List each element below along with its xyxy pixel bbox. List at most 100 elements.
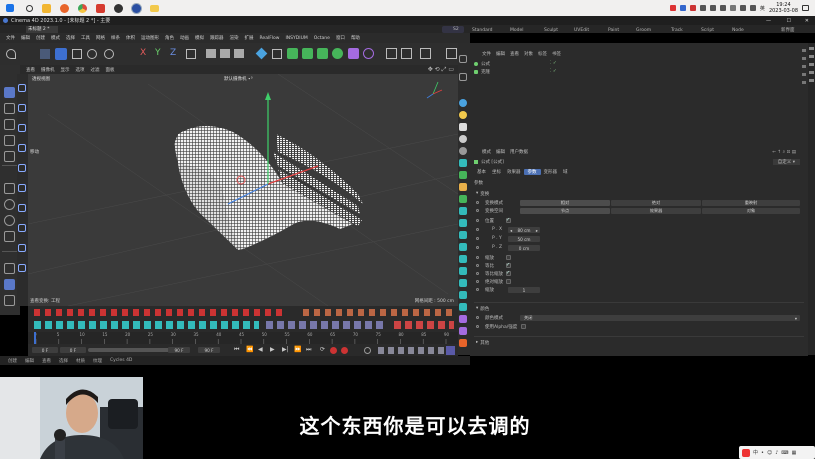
cube-icon[interactable] [255,47,268,60]
menu-edit[interactable]: 编辑 [21,35,30,41]
weld-icon[interactable] [18,224,26,232]
soft-selection-icon[interactable] [4,199,15,210]
om-menu-edit[interactable]: 编辑 [496,51,505,57]
absolute-scale-checkbox[interactable] [506,279,511,284]
tab-coord[interactable]: 坐标 [489,169,504,175]
menu-select[interactable]: 选择 [66,35,75,41]
motion-icons[interactable] [378,347,448,354]
scale-icon[interactable] [72,49,82,59]
om-menu-object[interactable]: 对象 [524,51,533,57]
camera-icon[interactable] [363,48,374,59]
bridge-icon[interactable] [18,184,26,192]
model-mode-icon[interactable] [4,87,15,98]
transform-space-node[interactable]: 节点 [520,208,610,214]
ime-indicator[interactable]: 英 [760,5,765,12]
strip-icon-11[interactable] [459,195,467,203]
layout-uvedit[interactable]: UVEdit [574,28,589,33]
pen-icon[interactable] [272,49,282,59]
am-custom-dropdown[interactable]: 自定义 ▾ [772,158,800,165]
clock[interactable]: 19:24 2023-03-08 [769,2,798,14]
ime-menu-icon[interactable]: ▦ [792,450,797,456]
tab-effectors[interactable]: 效果器 [504,169,524,175]
menu-tools[interactable]: 工具 [81,35,90,41]
minimize-button[interactable]: — [766,18,771,24]
maximize-button[interactable]: ☐ [787,18,791,24]
keyframe-selection-icon[interactable] [364,347,371,354]
tab-basic[interactable]: 基本 [474,169,489,175]
sculpt-icon[interactable] [4,215,15,226]
undo-icon[interactable] [6,49,16,59]
strip-icon-22[interactable] [459,327,467,335]
menu-volume[interactable]: 体积 [126,35,135,41]
am-menu-mode[interactable]: 模式 [482,149,491,155]
loop-icon[interactable]: ⟳ [320,346,325,353]
layout-new-interface[interactable]: 新界面 [781,27,795,33]
render-settings-icon[interactable] [234,49,244,58]
red-app-icon[interactable] [96,3,105,13]
coordinate-icon[interactable] [186,49,196,59]
am-menu-userdata[interactable]: 用户数据 [510,149,528,155]
end-frame-field[interactable]: 90 F [168,347,190,353]
equal-scale2-checkbox[interactable] [506,270,511,276]
obs-icon[interactable] [114,3,123,13]
strip-icon-3[interactable] [459,99,467,107]
px-input[interactable]: ◂ 80 cm ▸ [508,227,540,233]
search-icon[interactable] [26,4,33,12]
transform-icon[interactable] [104,49,114,59]
tab-deformer[interactable]: 变形器 [541,169,561,175]
strip-icon-20[interactable] [459,303,467,311]
viewport-menu-display[interactable]: 显示 [61,67,70,73]
strip-icon-16[interactable] [459,255,467,263]
transform-mode-relative[interactable]: 相对 [520,200,610,206]
ime-mic-icon[interactable]: ♪ [775,450,778,456]
transform-space-anim-dot[interactable] [476,209,479,212]
px-anim-dot[interactable] [476,228,479,231]
scene-icon[interactable] [348,48,359,59]
use-alpha-anim-dot[interactable] [476,325,479,328]
pz-anim-dot[interactable] [476,246,479,249]
tray-shield-icon[interactable] [679,5,686,11]
menu-realflow[interactable]: RealFlow [260,36,280,41]
layout-sculpt[interactable]: Sculpt [544,28,558,33]
field-tool-icons[interactable] [266,321,386,329]
position-anim-dot[interactable] [476,219,479,222]
status-create[interactable]: 创建 [8,358,17,364]
strip-icon-10[interactable] [459,183,467,191]
uv-mode-icon[interactable] [4,151,15,162]
3d-viewport[interactable]: 透视视图 默认摄像机 ∙⁰ 移动 查看变换: 工程 网格间距 : 500 cm [28,74,458,306]
strip-icon-17[interactable] [459,267,467,275]
strip-icon-18[interactable] [459,279,467,287]
render-tool-icons[interactable] [394,321,454,329]
timeline-playhead[interactable] [34,332,36,344]
axis-z-icon[interactable]: Z [170,48,176,58]
timeline-ruler[interactable]: 051015202530354045505560657075808590 [28,332,458,344]
strip-icon-9[interactable] [459,171,467,179]
equal-scale-checkbox[interactable] [506,262,511,268]
color-mode-dropdown[interactable]: 关闭 ▾ [520,315,800,321]
ime-logo-icon[interactable] [742,448,750,457]
status-texture[interactable]: 纹理 [93,358,102,364]
status-edit[interactable]: 编辑 [25,358,34,364]
formula-visibility-icon[interactable]: ⁚ ✓ [550,61,557,66]
tab-parameters[interactable]: 参数 [523,168,541,175]
menu-spline[interactable]: 样条 [111,35,120,41]
edges-mode-icon[interactable] [4,119,15,130]
ime-keyboard-icon[interactable]: ⌨ [781,450,788,456]
rotate-icon[interactable] [87,49,97,59]
document-tab[interactable]: 未标题 2 * [26,26,58,33]
axis-y-icon[interactable]: Y [155,48,161,58]
cinema4d-icon[interactable] [132,3,141,13]
menu-animate[interactable]: 动画 [180,35,189,41]
paint-icon[interactable] [18,264,26,272]
record-icon[interactable] [330,347,337,354]
render-icon[interactable] [220,49,230,58]
right-edge-icons[interactable] [809,47,814,87]
menu-character[interactable]: 角色 [165,35,174,41]
points-mode-icon[interactable] [4,103,15,114]
color-mode-anim-dot[interactable] [476,316,479,319]
menu-insydium[interactable]: INSYDIUM [285,36,307,41]
move-icon[interactable] [55,48,67,60]
viewport-camera-label[interactable]: 默认摄像机 ∙⁰ [224,76,253,82]
windows-start-icon[interactable] [6,4,14,12]
tab-fields[interactable]: 域 [560,169,571,175]
